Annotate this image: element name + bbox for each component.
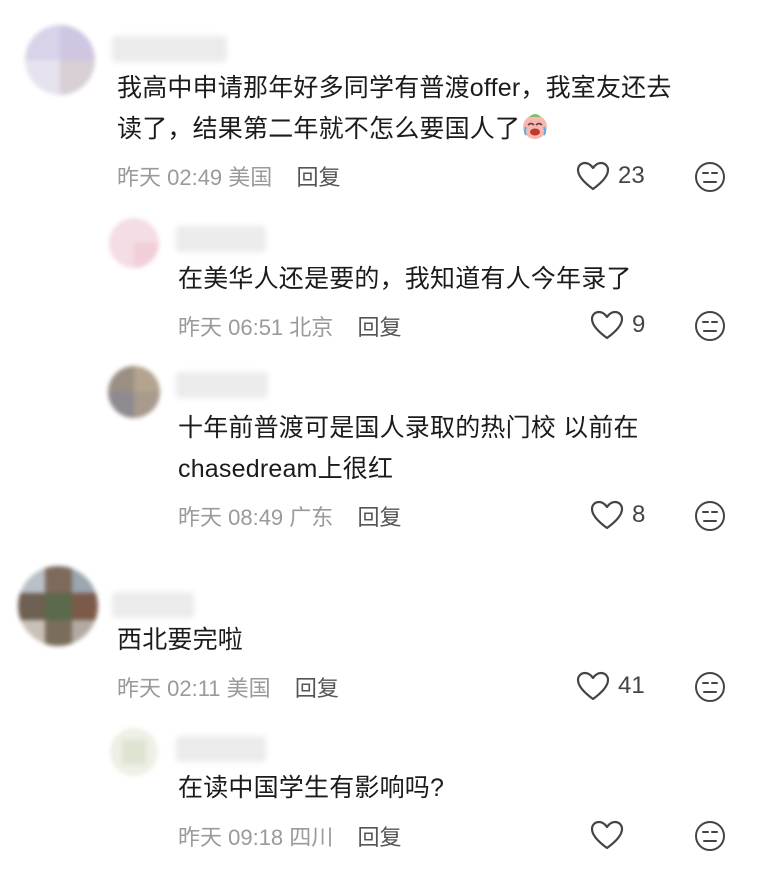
like-count: 9 — [632, 311, 646, 338]
comment-meta: 昨天 08:49 广东 回复 — [178, 500, 401, 532]
avatar-pixel — [45, 593, 72, 620]
heart-outline-icon — [590, 820, 624, 850]
neutral-face-icon[interactable] — [694, 310, 726, 342]
comment-meta: 昨天 02:49 美国 回复 — [117, 160, 340, 192]
username-redacted[interactable] — [112, 36, 227, 62]
avatar[interactable] — [109, 218, 159, 268]
avatar-pixel — [25, 25, 60, 60]
comment-text-line: 我高中申请那年好多同学有普渡offer，我室友还去 — [117, 74, 672, 102]
comment-location: 美国 — [228, 165, 273, 190]
avatar[interactable] — [25, 25, 95, 95]
heart-outline-icon — [576, 671, 610, 701]
like-count: 8 — [632, 501, 646, 528]
like-button[interactable]: 41 — [576, 671, 645, 701]
comment-text-line: 在美华人还是要的，我知道有人今年录了 — [178, 265, 632, 293]
avatar-pixel — [72, 566, 98, 593]
avatar-pixel — [45, 566, 72, 593]
avatar-pixel — [45, 620, 72, 646]
avatar-pixel — [18, 566, 45, 593]
comment-time: 昨天 08:49 — [178, 505, 284, 530]
avatar-pixel — [18, 593, 45, 620]
avatar-pixel — [60, 60, 95, 95]
heart-outline-icon — [590, 310, 624, 340]
comment-text-line: 读了，结果第二年就不怎么要国人了 — [117, 115, 521, 143]
avatar-pixel — [72, 593, 98, 620]
comment-location: 广东 — [289, 505, 334, 530]
like-button[interactable] — [590, 820, 632, 850]
comment-location: 北京 — [289, 315, 334, 340]
comment-location: 美国 — [226, 676, 271, 701]
avatar-pixel — [25, 60, 60, 95]
neutral-face-icon[interactable] — [694, 671, 726, 703]
avatar-pixel — [18, 620, 45, 646]
comment-text: 在读中国学生有影响吗? — [178, 768, 444, 809]
like-count: 23 — [618, 162, 645, 189]
reply-button[interactable]: 回复 — [357, 825, 401, 850]
comment-time: 昨天 02:49 — [117, 165, 223, 190]
avatar-pixel — [60, 25, 95, 60]
heart-outline-icon — [590, 500, 624, 530]
username-redacted[interactable] — [176, 736, 266, 762]
heart-outline-icon — [576, 161, 610, 191]
like-button[interactable]: 8 — [590, 500, 645, 530]
username-redacted[interactable] — [176, 372, 268, 398]
reply-button[interactable]: 回复 — [296, 165, 340, 190]
neutral-face-icon[interactable] — [694, 500, 726, 532]
username-redacted[interactable] — [112, 592, 194, 618]
avatar-pixel — [134, 243, 159, 268]
neutral-face-icon[interactable] — [694, 161, 726, 193]
reply-button[interactable]: 回复 — [295, 676, 339, 701]
comment-text: 十年前普渡可是国人录取的热门校 以前在 chasedream上很红 — [178, 408, 639, 490]
neutral-face-icon[interactable] — [694, 820, 726, 852]
reply-button[interactable]: 回复 — [357, 315, 401, 340]
comment-text-line: chasedream上很红 — [178, 455, 394, 483]
comment-meta: 昨天 06:51 北京 回复 — [178, 310, 401, 342]
reply-button[interactable]: 回复 — [357, 505, 401, 530]
avatar-pixel — [122, 740, 146, 764]
like-button[interactable]: 9 — [590, 310, 645, 340]
comment-text: 在美华人还是要的，我知道有人今年录了 — [178, 259, 632, 300]
comment-text: 我高中申请那年好多同学有普渡offer，我室友还去 读了，结果第二年就不怎么要国… — [117, 68, 672, 150]
avatar-pixel — [108, 392, 134, 418]
avatar[interactable] — [18, 566, 98, 646]
avatar-pixel — [108, 366, 134, 392]
comment-text-line: 西北要完啦 — [117, 626, 244, 654]
avatar[interactable] — [110, 728, 158, 776]
like-count: 41 — [618, 672, 645, 699]
avatar-pixel — [134, 392, 160, 418]
comment-meta: 昨天 09:18 四川 回复 — [178, 820, 401, 852]
comment-time: 昨天 09:18 — [178, 825, 284, 850]
comment-time: 昨天 02:11 — [117, 676, 221, 701]
avatar-pixel — [134, 366, 160, 392]
comment-time: 昨天 06:51 — [178, 315, 284, 340]
avatar-pixel — [72, 620, 98, 646]
comment-meta: 昨天 02:11 美国 回复 — [117, 671, 339, 703]
comment-text-line: 十年前普渡可是国人录取的热门校 以前在 — [178, 414, 639, 442]
comment-text-line: 在读中国学生有影响吗? — [178, 774, 445, 802]
comment-location: 四川 — [289, 825, 334, 850]
crying-laugh-emoji — [523, 114, 548, 139]
like-button[interactable]: 23 — [576, 161, 645, 191]
username-redacted[interactable] — [176, 226, 266, 252]
comment-text: 西北要完啦 — [117, 620, 243, 661]
avatar[interactable] — [108, 366, 160, 418]
